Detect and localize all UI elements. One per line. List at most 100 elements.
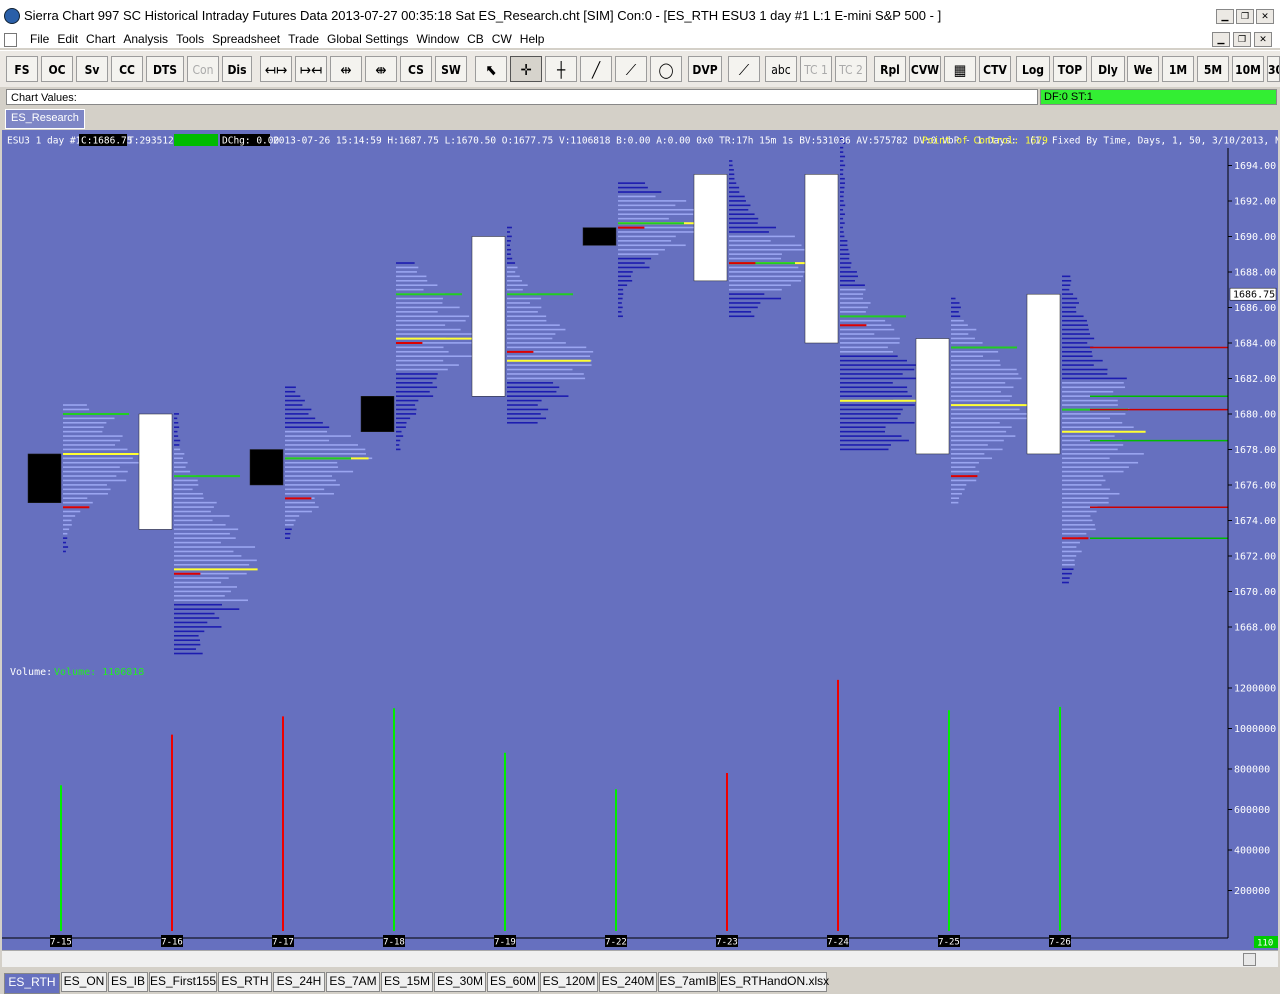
profile-bar — [1062, 275, 1071, 278]
profile-bar — [63, 532, 68, 535]
cvw-button[interactable]: CVW — [909, 56, 941, 82]
menu-tools[interactable]: Tools — [172, 31, 208, 47]
tab-es-7amib[interactable]: ES_7amIB — [658, 972, 718, 992]
close-icon[interactable]: ✕ — [1256, 9, 1274, 24]
tab-es-rth[interactable]: ES_RTH — [4, 973, 60, 994]
cc-button[interactable]: CC — [111, 56, 143, 82]
tab-es-first155[interactable]: ES_First155 — [149, 972, 217, 992]
dvp-button[interactable]: DVP — [688, 56, 722, 82]
tab-es-rthandon-xlsx[interactable]: ES_RTHandON.xlsx — [719, 972, 829, 992]
ellipse-tool-icon[interactable]: ◯ — [650, 56, 682, 82]
sv-button[interactable]: Sv — [76, 56, 108, 82]
profile-bar — [396, 306, 460, 309]
chart-tab-es-research[interactable]: ES_Research — [5, 109, 85, 129]
split-icon[interactable]: ⇹ — [330, 56, 362, 82]
dis-button[interactable]: Dis — [222, 56, 252, 82]
fs-button[interactable]: FS — [6, 56, 38, 82]
header-change: DChg: 0.00 — [222, 136, 279, 147]
menu-edit[interactable]: Edit — [53, 31, 82, 47]
profile-bar — [618, 253, 659, 255]
crosshair-icon[interactable]: ✛ — [510, 56, 542, 82]
weekly-button[interactable]: We — [1127, 56, 1159, 82]
line-tool-icon[interactable]: ╱ — [580, 56, 612, 82]
daily-button[interactable]: Dly — [1091, 56, 1125, 82]
profile-bar — [174, 634, 199, 637]
menu-spreadsheet[interactable]: Spreadsheet — [208, 31, 284, 47]
menu-cw[interactable]: CW — [488, 31, 516, 47]
tab-es-on[interactable]: ES_ON — [61, 972, 107, 992]
top-button[interactable]: TOP — [1053, 56, 1087, 82]
sw-button[interactable]: SW — [435, 56, 467, 82]
menu-help[interactable]: Help — [516, 31, 549, 47]
menu-window[interactable]: Window — [412, 31, 463, 47]
tab-es-60m[interactable]: ES_60M — [487, 972, 539, 992]
mdi-restore-icon[interactable]: ❐ — [1233, 32, 1251, 47]
grid-tool-icon[interactable]: ▦ — [944, 56, 976, 82]
30m-button[interactable]: 30 — [1267, 56, 1280, 82]
cs-button[interactable]: CS — [400, 56, 432, 82]
cursor-icon[interactable]: ┼ — [545, 56, 577, 82]
tab-es-240m[interactable]: ES_240M — [599, 972, 657, 992]
log-button[interactable]: Log — [1016, 56, 1050, 82]
ruler-tool-icon[interactable]: ⟋ — [728, 56, 760, 82]
menu-trade[interactable]: Trade — [284, 31, 323, 47]
profile-bar — [729, 160, 733, 162]
candle-body-7-24 — [804, 174, 839, 344]
menu-global-settings[interactable]: Global Settings — [323, 31, 412, 47]
profile-bar — [1062, 399, 1118, 402]
profile-bar — [729, 279, 802, 282]
profile-bar — [507, 382, 554, 384]
profile-bar — [174, 453, 185, 455]
join-icon[interactable]: ⇼ — [365, 56, 397, 82]
profile-bar — [729, 213, 755, 216]
price-volume-chart[interactable]: Volume: Volume: 1106818 1694.00 1692.00 169… — [2, 130, 1278, 950]
scale-range-icon[interactable]: ↤↦ — [260, 56, 292, 82]
tab-es-rth-2[interactable]: ES_RTH — [218, 972, 272, 992]
menu-file[interactable]: File — [26, 31, 53, 47]
tab-es-120m[interactable]: ES_120M — [540, 972, 598, 992]
scrollbar-thumb[interactable] — [1243, 953, 1256, 966]
chart-area[interactable]: Volume: Volume: 1106818 1694.00 1692.00 169… — [2, 130, 1278, 950]
tab-es-30m[interactable]: ES_30M — [434, 972, 486, 992]
horizontal-scrollbar[interactable] — [2, 950, 1278, 967]
tc1-button[interactable]: TC 1 — [800, 56, 832, 82]
ray-tool-icon[interactable]: ⟋ — [615, 56, 647, 82]
window-controls: ▁ ❐ ✕ — [1216, 9, 1274, 24]
ctv-button[interactable]: CTV — [979, 56, 1011, 82]
1m-button[interactable]: 1M — [1162, 56, 1194, 82]
profile-bar — [840, 421, 915, 424]
pointer-icon[interactable]: ⬉ — [475, 56, 507, 82]
rpl-button[interactable]: Rpl — [874, 56, 906, 82]
5m-button[interactable]: 5M — [1197, 56, 1229, 82]
menu-cb[interactable]: CB — [463, 31, 488, 47]
text-tool-button[interactable]: abc — [765, 56, 797, 82]
mdi-close-icon[interactable]: ✕ — [1254, 32, 1272, 47]
expand-range-icon[interactable]: ↦↤ — [295, 56, 327, 82]
minimize-icon[interactable]: ▁ — [1216, 9, 1234, 24]
mdi-minimize-icon[interactable]: ▁ — [1212, 32, 1230, 47]
tab-es-7am[interactable]: ES_7AM — [326, 972, 380, 992]
menu-chart[interactable]: Chart — [82, 31, 119, 47]
tc2-button[interactable]: TC 2 — [835, 56, 867, 82]
profile-bar — [174, 603, 222, 606]
profile-bar — [840, 262, 852, 264]
menu-analysis[interactable]: Analysis — [119, 31, 172, 47]
profile-bar — [396, 302, 443, 304]
profile-bar — [285, 466, 339, 468]
profile-bar — [1062, 386, 1126, 389]
profile-bar — [840, 248, 849, 251]
profile-bar — [285, 435, 351, 437]
10m-button[interactable]: 10M — [1232, 56, 1264, 82]
document-icon[interactable] — [4, 33, 17, 47]
profile-bar — [174, 537, 236, 539]
con-button[interactable]: Con — [187, 56, 219, 82]
dts-button[interactable]: DTS — [146, 56, 184, 82]
maximize-icon[interactable]: ❐ — [1236, 9, 1254, 24]
profile-bar — [1062, 528, 1096, 531]
oc-button[interactable]: OC — [41, 56, 73, 82]
tab-es-24h[interactable]: ES_24H — [273, 972, 325, 992]
tab-es-ib[interactable]: ES_IB — [108, 972, 148, 992]
profile-bar — [507, 395, 569, 397]
tab-es-15m[interactable]: ES_15M — [381, 972, 433, 992]
profile-bar — [840, 169, 844, 171]
